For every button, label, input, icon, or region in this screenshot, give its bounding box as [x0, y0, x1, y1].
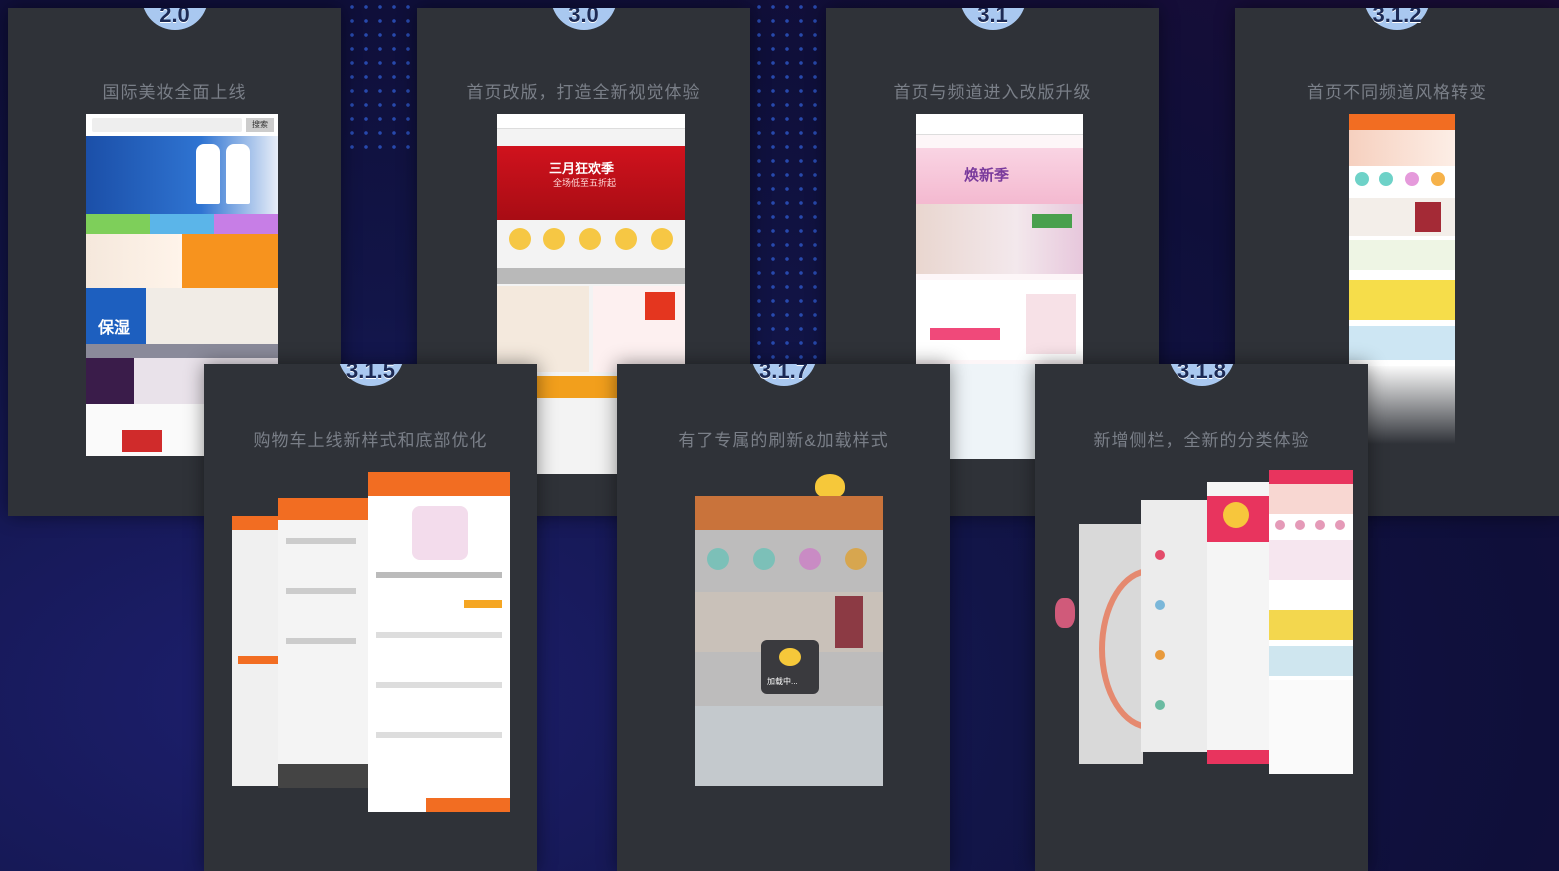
- version-badge: 3.1.7: [750, 364, 817, 386]
- version-badge: 2.0: [141, 8, 208, 30]
- card-title: 有了专属的刷新&加载样式: [678, 431, 889, 450]
- loading-screen: 加载中...: [695, 496, 883, 786]
- bee-loading-icon: [779, 648, 801, 666]
- search-input[interactable]: [916, 114, 1083, 135]
- version-card-3-1-5: 购物车上线新样式和底部优化 3.1.5: [204, 364, 537, 871]
- version-badge: 3.1.5: [337, 364, 404, 386]
- card-title: 首页与频道进入改版升级: [893, 83, 1092, 102]
- checkout-button[interactable]: [426, 798, 510, 812]
- bee-mascot-icon: [815, 474, 845, 498]
- version-badge: 3.1: [959, 8, 1026, 30]
- sidebar-screen-2: [1141, 500, 1209, 752]
- cart-screen-middle: [278, 498, 370, 788]
- sidebar-screen-3: [1207, 482, 1269, 764]
- dot-grid-left: [345, 0, 415, 150]
- version-badge: 3.1.8: [1168, 364, 1235, 386]
- version-badge: 3.1.2: [1364, 8, 1430, 30]
- card-title: 国际美妆全面上线: [102, 83, 247, 102]
- sidebar-screen-1: [1079, 524, 1143, 764]
- version-badge: 3.0: [550, 8, 617, 30]
- card-title: 首页改版，打造全新视觉体验: [466, 83, 701, 102]
- dot-grid-middle: [752, 0, 824, 360]
- version-card-3-1-8: 新增侧栏，全新的分类体验 3.1.8: [1035, 364, 1368, 871]
- card-title: 新增侧栏，全新的分类体验: [1093, 431, 1310, 450]
- search-button[interactable]: 搜索: [246, 118, 274, 132]
- card-title: 购物车上线新样式和底部优化: [253, 431, 488, 450]
- cart-screen-front: [368, 472, 510, 812]
- search-input[interactable]: [92, 118, 242, 132]
- category-screen: [1269, 470, 1353, 774]
- card-title: 首页不同频道风格转变: [1307, 83, 1487, 102]
- version-card-3-1-7: 有了专属的刷新&加载样式 加载中... 3.1.7: [617, 364, 950, 871]
